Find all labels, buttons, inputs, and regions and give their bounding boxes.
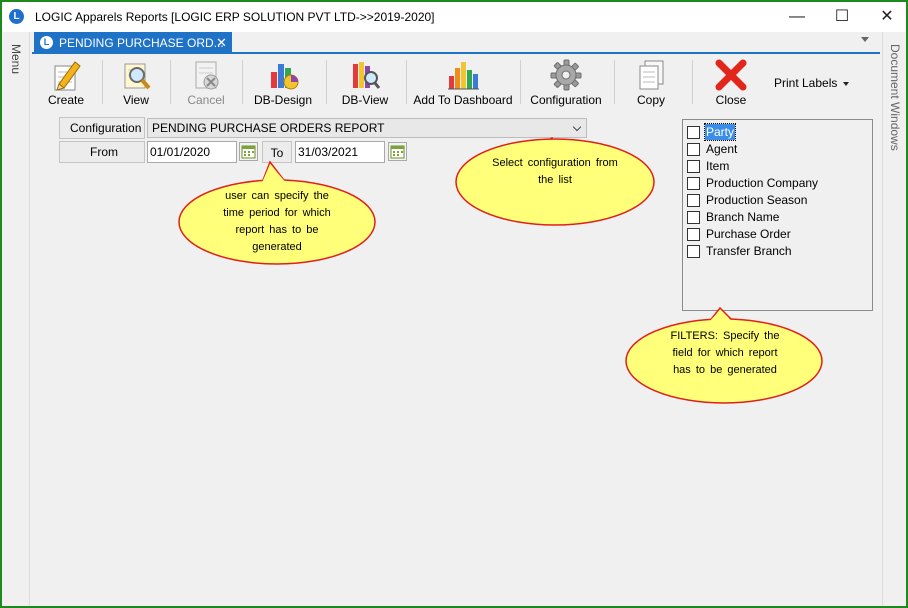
cancel-label: Cancel [187,93,225,107]
view-label: View [123,93,149,107]
filter-label: Transfer Branch [706,244,792,258]
magnifier-document-icon [124,63,151,90]
add-to-dashboard-label: Add To Dashboard [413,93,513,107]
chart-design-icon [271,64,299,90]
cancel-button[interactable]: Cancel [180,56,232,108]
toolbar-separator [242,60,243,104]
filter-checkbox[interactable] [687,228,700,241]
menu-label: Menu [9,44,23,75]
copy-button[interactable]: Copy [628,56,674,108]
filter-checkbox[interactable] [687,126,700,139]
db-view-label: DB-View [341,93,389,107]
tab-list-dropdown-icon[interactable] [861,37,869,42]
bar-chart-icon [448,62,479,90]
close-button[interactable]: Close [708,56,754,108]
tab-label: PENDING PURCHASE ORD... [59,36,224,50]
callout-filters-text: FILTERS: Specify the field for which rep… [670,330,780,376]
configuration-button[interactable]: Configuration [526,56,606,108]
to-date-input[interactable] [295,141,385,163]
filter-label: Party [703,123,737,141]
filter-label: Item [706,159,730,173]
maximize-button[interactable]: ☐ [819,2,865,32]
app-window: L LOGIC Apparels Reports [LOGIC ERP SOLU… [0,0,908,608]
configuration-select[interactable]: PENDING PURCHASE ORDERS REPORT [147,118,587,138]
view-button[interactable]: View [112,56,160,108]
toolbar-separator [406,60,407,104]
create-button[interactable]: Create [42,56,90,108]
configuration-label: Configuration [530,93,602,107]
chevron-down-icon [572,122,582,132]
db-design-label: DB-Design [253,93,313,107]
copy-label: Copy [636,93,665,107]
filter-checkbox[interactable] [687,177,700,190]
print-labels-label: Print Labels [774,76,838,90]
db-design-button[interactable]: DB-Design [250,56,316,108]
configuration-field-label: Configuration [59,117,145,139]
toolbar-separator [326,60,327,104]
title-bar: L LOGIC Apparels Reports [LOGIC ERP SOLU… [2,2,906,32]
gear-icon [550,59,582,91]
caret-down-icon [843,81,850,86]
to-label: To [262,141,292,163]
print-labels-dropdown[interactable]: Print Labels [774,76,850,90]
create-label: Create [47,93,85,107]
filter-checkbox[interactable] [687,211,700,224]
document-windows-strip[interactable]: Document Windows [882,32,906,606]
filter-checkbox[interactable] [687,194,700,207]
window-title: LOGIC Apparels Reports [LOGIC ERP SOLUTI… [35,10,435,24]
red-x-icon [715,59,747,91]
configuration-selected-value: PENDING PURCHASE ORDERS REPORT [152,121,385,135]
to-calendar-button[interactable] [388,142,407,161]
from-calendar-button[interactable] [239,142,258,161]
calendar-icon [390,145,405,159]
filter-label: Branch Name [706,210,780,224]
filter-label: Production Season [706,193,808,207]
toolbar: Create View Cancel DB-Design DB-View Add… [32,54,880,110]
filter-checkbox[interactable] [687,143,700,156]
filter-checkbox[interactable] [687,245,700,258]
callout-configuration-text: Select configuration from the list [492,157,618,186]
db-view-button[interactable]: DB-View [336,56,394,108]
filter-label: Purchase Order [706,227,791,241]
toolbar-separator [614,60,615,104]
cancel-document-icon [195,61,219,90]
tab-close-icon[interactable]: ✕ [216,33,227,53]
callout-time-period-text: user can specify the time period for whi… [223,190,331,253]
add-to-dashboard-button[interactable]: Add To Dashboard [412,56,514,108]
toolbar-separator [520,60,521,104]
filter-label: Production Company [706,176,819,190]
menu-panel-strip[interactable]: Menu [2,32,30,606]
books-magnifier-icon [353,62,381,89]
document-windows-label: Document Windows [888,44,902,151]
from-label: From [59,141,145,163]
copy-document-icon [639,60,664,90]
filters-checklist[interactable]: Party Agent Item Production Company Prod… [682,119,873,311]
close-label: Close [715,93,747,107]
toolbar-separator [102,60,103,104]
filter-label: Agent [706,142,738,156]
app-logo-icon: L [9,9,24,24]
pencil-paper-icon [54,61,81,91]
filter-checkbox[interactable] [687,160,700,173]
document-tab-strip: L PENDING PURCHASE ORD... ✕ [32,32,880,54]
minimize-button[interactable]: — [774,2,820,32]
toolbar-separator [692,60,693,104]
toolbar-separator [170,60,171,104]
close-window-button[interactable]: ✕ [864,2,906,32]
from-date-input[interactable] [147,141,237,163]
logic-icon: L [40,36,53,49]
tab-pending-purchase-orders[interactable]: L PENDING PURCHASE ORD... ✕ [34,32,232,54]
calendar-icon [241,145,256,159]
